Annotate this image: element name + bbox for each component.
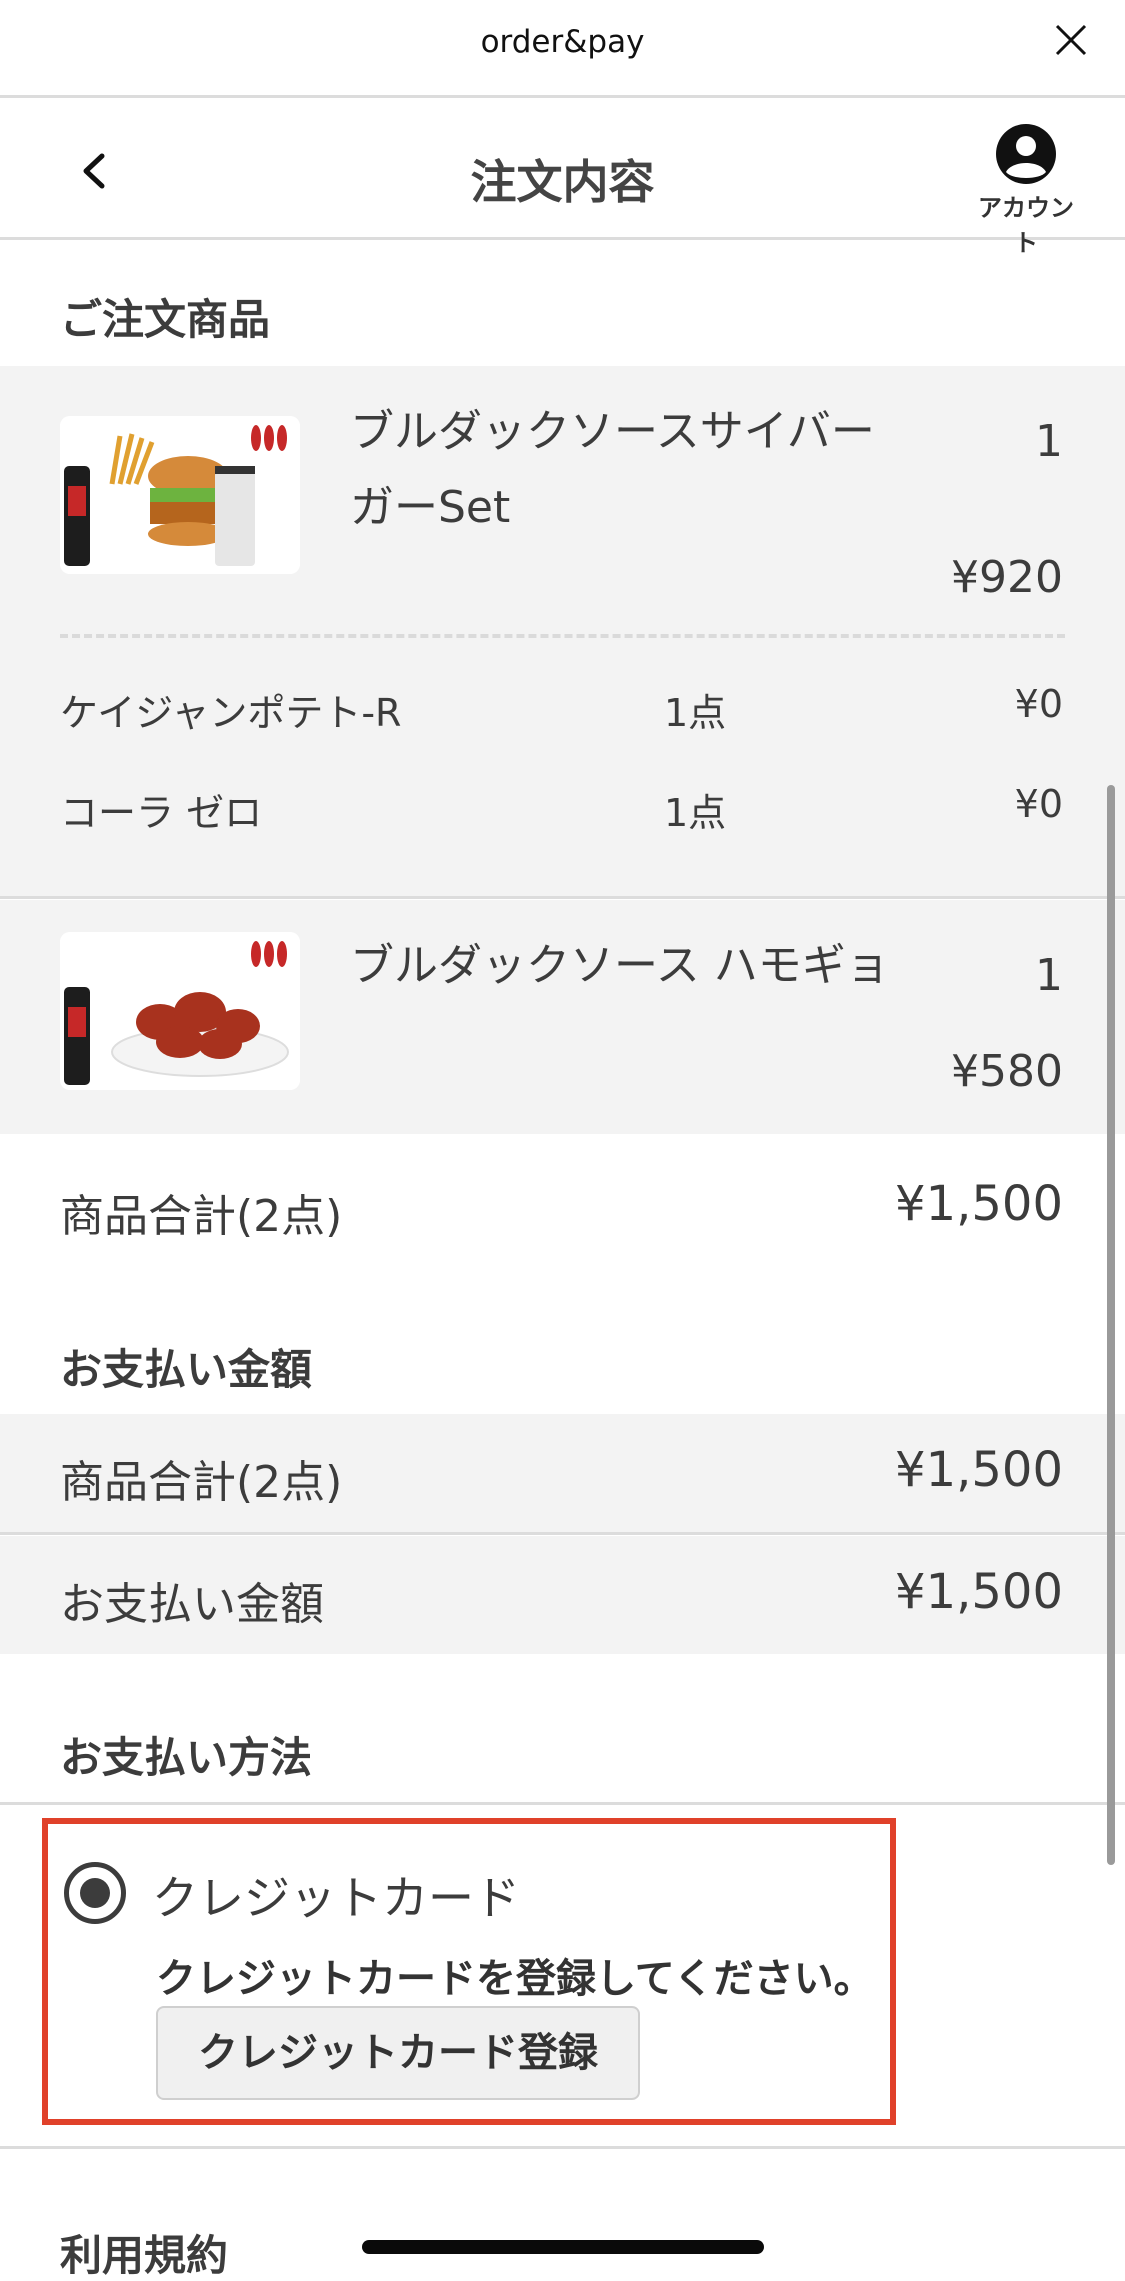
option-name: コーラ ゼロ [60, 791, 263, 835]
item-thumbnail-burger [60, 416, 300, 574]
item-name-line: ブルダックソースサイバー [350, 406, 875, 457]
order-items-heading: ご注文商品 [60, 295, 271, 344]
amount-row-label: 商品合計(2点) [60, 1457, 343, 1508]
option-price: ¥0 [1014, 782, 1063, 826]
close-icon[interactable] [1051, 20, 1091, 60]
subtotal-label: 商品合計(2点) [60, 1191, 343, 1242]
page-title: 注文内容 [470, 155, 655, 209]
option-name: ケイジャンポテト-R [60, 691, 402, 735]
scrollbar[interactable] [1107, 785, 1115, 1865]
payment-amount-heading: お支払い金額 [60, 1345, 313, 1394]
item-price: ¥580 [951, 1046, 1063, 1097]
divider [0, 1532, 1125, 1535]
item-price: ¥920 [951, 552, 1063, 603]
payment-method-heading: お支払い方法 [60, 1733, 313, 1782]
amount-row: お支払い金額 ¥1,500 [0, 1536, 1125, 1654]
register-credit-card-button[interactable]: クレジットカード登録 [156, 2006, 640, 2100]
divider [0, 1802, 1125, 1805]
account-label: アカウント [978, 194, 1074, 257]
item-quantity: 1 [1035, 950, 1063, 1001]
dashed-divider [60, 634, 1065, 638]
order-item-card[interactable]: ブルダックソースサイバー ガーSet 1 ¥920 ケイジャンポテト-R 1点 … [0, 366, 1125, 896]
item-thumbnail-chicken [60, 932, 300, 1090]
credit-card-radio[interactable] [64, 1862, 126, 1924]
option-price: ¥0 [1014, 682, 1063, 726]
item-quantity: 1 [1035, 416, 1063, 467]
item-name: ブルダックソースサイバー ガーSet [350, 394, 910, 546]
amount-row-value: ¥1,500 [895, 1564, 1063, 1620]
option-quantity: 1点 [664, 791, 727, 835]
credit-card-label: クレジットカード [152, 1871, 520, 1925]
option-quantity: 1点 [664, 691, 727, 735]
app-title: order&pay [480, 24, 645, 60]
top-bar: order&pay [0, 0, 1125, 98]
amount-row-value: ¥1,500 [895, 1442, 1063, 1498]
order-item-card[interactable]: ブルダックソース ハモギョ 1 ¥580 [0, 900, 1125, 1134]
amount-row-label: お支払い金額 [60, 1579, 324, 1630]
amount-row: 商品合計(2点) ¥1,500 [0, 1414, 1125, 1532]
account-button[interactable]: アカウント [971, 122, 1081, 258]
divider [0, 896, 1125, 899]
payment-option-credit-card[interactable]: クレジットカード クレジットカードを登録してください。 クレジットカード登録 [42, 1818, 896, 2125]
terms-heading: 利用規約 [60, 2231, 229, 2280]
account-circle-icon [996, 124, 1056, 184]
subtotal-value: ¥1,500 [895, 1176, 1063, 1232]
home-indicator[interactable] [362, 2240, 764, 2254]
credit-card-note: クレジットカードを登録してください。 [156, 1956, 874, 2002]
item-name: ブルダックソース ハモギョ [350, 940, 890, 991]
divider [0, 2146, 1125, 2149]
radio-selected-dot [80, 1878, 110, 1908]
item-name-line: ガーSet [350, 482, 511, 533]
nav-bar: 注文内容 アカウント [0, 98, 1125, 257]
